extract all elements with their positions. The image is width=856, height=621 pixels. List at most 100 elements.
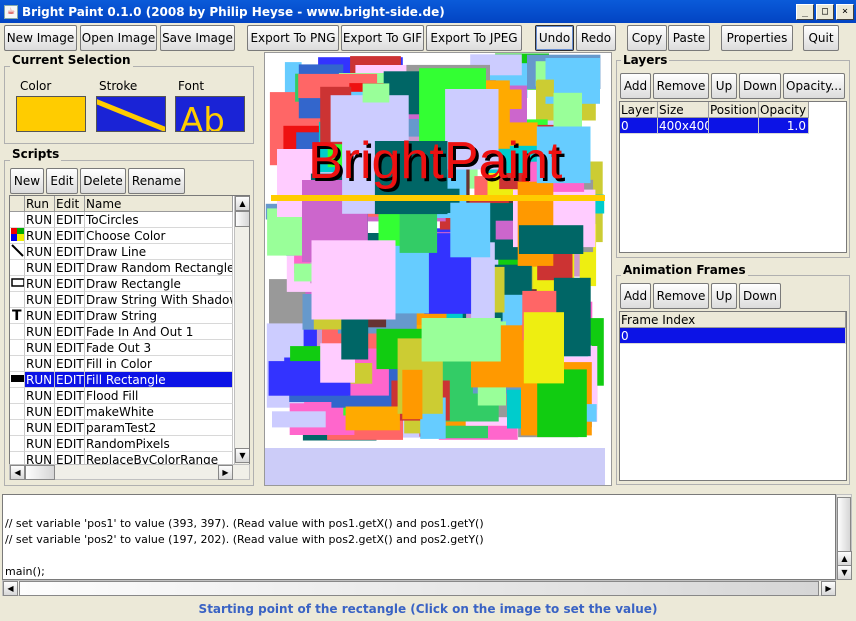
script-edit-link[interactable]: EDIT [55, 324, 85, 340]
script-run-link[interactable]: RUN [25, 404, 55, 420]
script-row[interactable]: RUN EDIT RandomPixels [10, 436, 233, 452]
code-h-scrollbar-thumb[interactable] [19, 581, 819, 596]
script-row[interactable]: RUN EDIT Fade In And Out 1 [10, 324, 233, 340]
scroll-right-icon[interactable]: ▶ [218, 465, 233, 480]
code-scroll-left-icon[interactable]: ◀ [3, 581, 18, 596]
close-button[interactable]: × [836, 3, 854, 20]
script-run-link[interactable]: RUN [25, 276, 55, 292]
scripts-vertical-scrollbar[interactable]: ▲ ▼ [234, 196, 249, 464]
font-swatch[interactable]: Ab [175, 96, 245, 132]
undo-button[interactable]: Undo [535, 25, 574, 51]
scrollbar-thumb[interactable] [235, 211, 249, 227]
code-scroll-up-icon[interactable]: ▲ [837, 551, 852, 566]
script-edit-link[interactable]: EDIT [55, 308, 85, 324]
script-row[interactable]: RUN EDIT Fill Rectangle [10, 372, 233, 388]
scripts-horizontal-scrollbar[interactable]: ◀ ▶ [9, 464, 250, 480]
code-scroll-right-icon[interactable]: ▶ [821, 581, 836, 596]
script-run-link[interactable]: RUN [25, 372, 55, 388]
script-edit-link[interactable]: EDIT [55, 372, 85, 388]
script-run-link[interactable]: RUN [25, 228, 55, 244]
script-edit-link[interactable]: EDIT [55, 212, 85, 228]
script-row[interactable]: RUN EDIT Flood Fill [10, 388, 233, 404]
script-run-link[interactable]: RUN [25, 308, 55, 324]
copy-button[interactable]: Copy [627, 25, 667, 51]
export-png-button[interactable]: Export To PNG [247, 25, 339, 51]
script-edit-link[interactable]: EDIT [55, 276, 85, 292]
script-run-link[interactable]: RUN [25, 340, 55, 356]
new-image-button[interactable]: New Image [4, 25, 77, 51]
script-row[interactable]: RUN EDIT Fill in Color [10, 356, 233, 372]
header-name[interactable]: Name [85, 196, 233, 212]
maximize-button[interactable]: □ [816, 3, 834, 20]
code-horizontal-scrollbar[interactable]: ◀ ▶ [2, 580, 836, 596]
export-jpeg-button[interactable]: Export To JPEG [426, 25, 522, 51]
code-vertical-scrollbar[interactable]: ▲ ▼ [836, 494, 852, 580]
layer-opacity-button[interactable]: Opacity... [783, 73, 845, 99]
canvas-image[interactable]: BrightPaint BrightPaint [265, 53, 612, 486]
minimize-button[interactable]: _ [796, 3, 814, 20]
script-edit-link[interactable]: EDIT [55, 244, 85, 260]
script-row[interactable]: RUN EDIT Draw Random Rectangles [10, 260, 233, 276]
header-edit[interactable]: Edit [55, 196, 85, 212]
header-frame-index[interactable]: Frame Index [620, 312, 846, 328]
header-layer[interactable]: Layer [620, 102, 658, 118]
script-row[interactable]: RUN EDIT Fade Out 3 [10, 340, 233, 356]
script-edit-link[interactable]: EDIT [55, 260, 85, 276]
script-edit-link[interactable]: EDIT [55, 388, 85, 404]
script-run-link[interactable]: RUN [25, 356, 55, 372]
script-run-link[interactable]: RUN [25, 260, 55, 276]
script-run-link[interactable]: RUN [25, 324, 55, 340]
code-scrollbar-thumb[interactable] [837, 497, 851, 553]
script-new-button[interactable]: New [10, 168, 44, 194]
script-edit-link[interactable]: EDIT [55, 340, 85, 356]
script-delete-button[interactable]: Delete [80, 168, 126, 194]
properties-button[interactable]: Properties [721, 25, 793, 51]
code-scroll-down-icon[interactable]: ▼ [837, 565, 852, 580]
header-size[interactable]: Size [658, 102, 709, 118]
header-opacity[interactable]: Opacity [759, 102, 809, 118]
script-row[interactable]: RUN EDIT makeWhite [10, 404, 233, 420]
layer-up-button[interactable]: Up [711, 73, 737, 99]
script-run-link[interactable]: RUN [25, 292, 55, 308]
layer-down-button[interactable]: Down [739, 73, 781, 99]
scroll-up-icon[interactable]: ▲ [235, 196, 249, 211]
header-position[interactable]: Position [709, 102, 759, 118]
script-row[interactable]: RUN EDIT Choose Color [10, 228, 233, 244]
script-row[interactable]: RUN EDIT Draw Rectangle [10, 276, 233, 292]
script-row[interactable]: T RUN EDIT Draw String [10, 308, 233, 324]
color-swatch[interactable] [16, 96, 86, 132]
layer-row[interactable]: 0 400x400 1.0 [620, 118, 809, 134]
script-edit-link[interactable]: EDIT [55, 228, 85, 244]
script-run-link[interactable]: RUN [25, 212, 55, 228]
script-row[interactable]: RUN EDIT paramTest2 [10, 420, 233, 436]
script-row[interactable]: RUN EDIT ToCircles [10, 212, 233, 228]
script-run-link[interactable]: RUN [25, 244, 55, 260]
script-row[interactable]: RUN EDIT Draw String With Shadow [10, 292, 233, 308]
h-scrollbar-thumb[interactable] [25, 465, 55, 480]
script-run-link[interactable]: RUN [25, 388, 55, 404]
script-edit-link[interactable]: EDIT [55, 404, 85, 420]
redo-button[interactable]: Redo [576, 25, 616, 51]
paste-button[interactable]: Paste [668, 25, 710, 51]
script-edit-button[interactable]: Edit [46, 168, 78, 194]
save-image-button[interactable]: Save Image [160, 25, 235, 51]
scroll-down-icon[interactable]: ▼ [235, 448, 249, 463]
frame-add-button[interactable]: Add [620, 283, 651, 309]
open-image-button[interactable]: Open Image [80, 25, 157, 51]
image-canvas[interactable]: BrightPaint BrightPaint [264, 52, 612, 486]
scroll-left-icon[interactable]: ◀ [10, 465, 25, 480]
script-run-link[interactable]: RUN [25, 420, 55, 436]
export-gif-button[interactable]: Export To GIF [341, 25, 424, 51]
script-edit-link[interactable]: EDIT [55, 420, 85, 436]
layer-remove-button[interactable]: Remove [653, 73, 709, 99]
script-code-editor[interactable]: // set variable 'pos1' to value (393, 39… [2, 494, 836, 580]
header-run[interactable]: Run [25, 196, 55, 212]
script-edit-link[interactable]: EDIT [55, 436, 85, 452]
script-rename-button[interactable]: Rename [128, 168, 185, 194]
quit-button[interactable]: Quit [803, 25, 839, 51]
script-edit-link[interactable]: EDIT [55, 356, 85, 372]
layer-add-button[interactable]: Add [620, 73, 651, 99]
frame-down-button[interactable]: Down [739, 283, 781, 309]
script-row[interactable]: RUN EDIT Draw Line [10, 244, 233, 260]
frame-row[interactable]: 0 [620, 328, 846, 344]
